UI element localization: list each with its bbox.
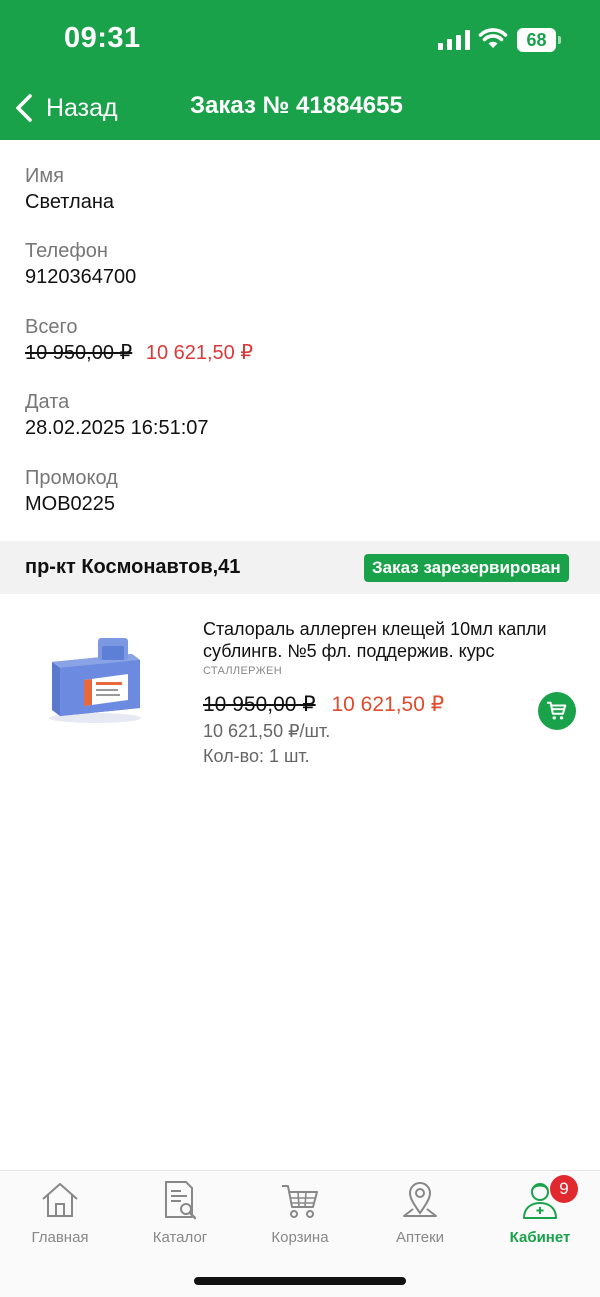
product-image — [49, 638, 141, 723]
home-icon — [42, 1183, 78, 1217]
phone-value: 9120364700 — [25, 266, 137, 289]
total-new-price: 10 621,50 ₽ — [145, 341, 254, 364]
tab-home[interactable]: Главная — [0, 1179, 120, 1251]
tab-cabinet[interactable]: Кабинет 9 — [480, 1175, 600, 1251]
back-button[interactable]: Назад — [12, 88, 118, 128]
cellular-signal-icon — [438, 30, 470, 50]
tab-pharmacies-label: Аптеки — [395, 1229, 445, 1246]
tab-catalog[interactable]: Каталог — [120, 1179, 240, 1251]
date-label: Дата — [25, 391, 70, 414]
add-to-cart-button[interactable] — [538, 692, 576, 730]
wifi-icon — [478, 28, 508, 48]
cart-icon — [546, 701, 567, 720]
page-title: Заказ № 41884655 — [190, 92, 403, 119]
promo-value: MOB0225 — [25, 492, 116, 515]
status-time: 09:31 — [64, 22, 141, 54]
name-value: Светлана — [25, 191, 114, 213]
basket-icon — [282, 1185, 318, 1218]
product-old-price: 10 950,00 ₽ — [203, 693, 316, 716]
store-bar: пр-кт Космонавтов,41 Заказ зарезервирова… — [0, 541, 600, 594]
product-prices: 10 950,00 ₽ 10 621,50 ₽ — [203, 692, 444, 718]
total-field: Всего 10 950,00 ₽ 10 621,50 ₽ — [25, 314, 575, 389]
home-indicator[interactable] — [194, 1277, 406, 1285]
tab-home-label: Главная — [31, 1229, 89, 1246]
total-old-price: 10 950,00 ₽ — [25, 341, 133, 364]
battery-level: 68 — [517, 28, 556, 52]
back-label: Назад — [46, 93, 118, 122]
total-value: 10 950,00 ₽ 10 621,50 ₽ — [25, 340, 575, 366]
phone-label: Телефон — [25, 240, 108, 263]
date-field: Дата 28.02.2025 16:51:07 — [25, 389, 575, 464]
tab-catalog-label: Каталог — [152, 1229, 208, 1246]
status-bar: 09:31 68 — [0, 0, 600, 80]
store-address: пр-кт Космонавтов,41 — [25, 556, 241, 578]
nav-bar: Назад Заказ № 41884655 — [0, 80, 600, 136]
tab-cabinet-label: Кабинет — [509, 1229, 571, 1246]
chevron-left-icon — [16, 94, 32, 122]
tab-cart-label: Корзина — [271, 1229, 329, 1246]
product-new-price: 10 621,50 ₽ — [331, 693, 445, 716]
promo-label: Промокод — [25, 466, 118, 489]
map-pin-icon — [403, 1182, 437, 1217]
status-badge: Заказ зарезервирован — [364, 554, 569, 582]
app-header: 09:31 68 Назад Заказ № 41884655 — [0, 0, 600, 140]
tab-pharmacies[interactable]: Аптеки — [360, 1179, 480, 1251]
product-brand: СТАЛЛЕРЖЕН — [203, 665, 282, 677]
tab-cart[interactable]: Корзина — [240, 1179, 360, 1251]
catalog-icon — [165, 1181, 197, 1220]
notification-badge: 9 — [550, 1175, 578, 1203]
battery-icon: 68 — [517, 28, 561, 52]
date-value: 28.02.2025 16:51:07 — [25, 417, 209, 440]
name-field: Имя Светлана — [25, 163, 575, 238]
product-item[interactable]: Сталораль аллерген клещей 10мл капли суб… — [0, 606, 600, 786]
product-quantity: Кол-во: 1 шт. — [203, 746, 310, 766]
product-unit-price: 10 621,50 ₽/шт. — [203, 721, 331, 741]
phone-field: Телефон 9120364700 — [25, 238, 575, 313]
promo-field: Промокод MOB0225 — [25, 465, 575, 540]
battery-tip — [558, 36, 561, 44]
product-name[interactable]: Сталораль аллерген клещей 10мл капли суб… — [203, 618, 573, 662]
name-label: Имя — [25, 165, 64, 187]
order-info: Имя Светлана Телефон 9120364700 Всего 10… — [25, 163, 575, 540]
total-label: Всего — [25, 315, 78, 338]
